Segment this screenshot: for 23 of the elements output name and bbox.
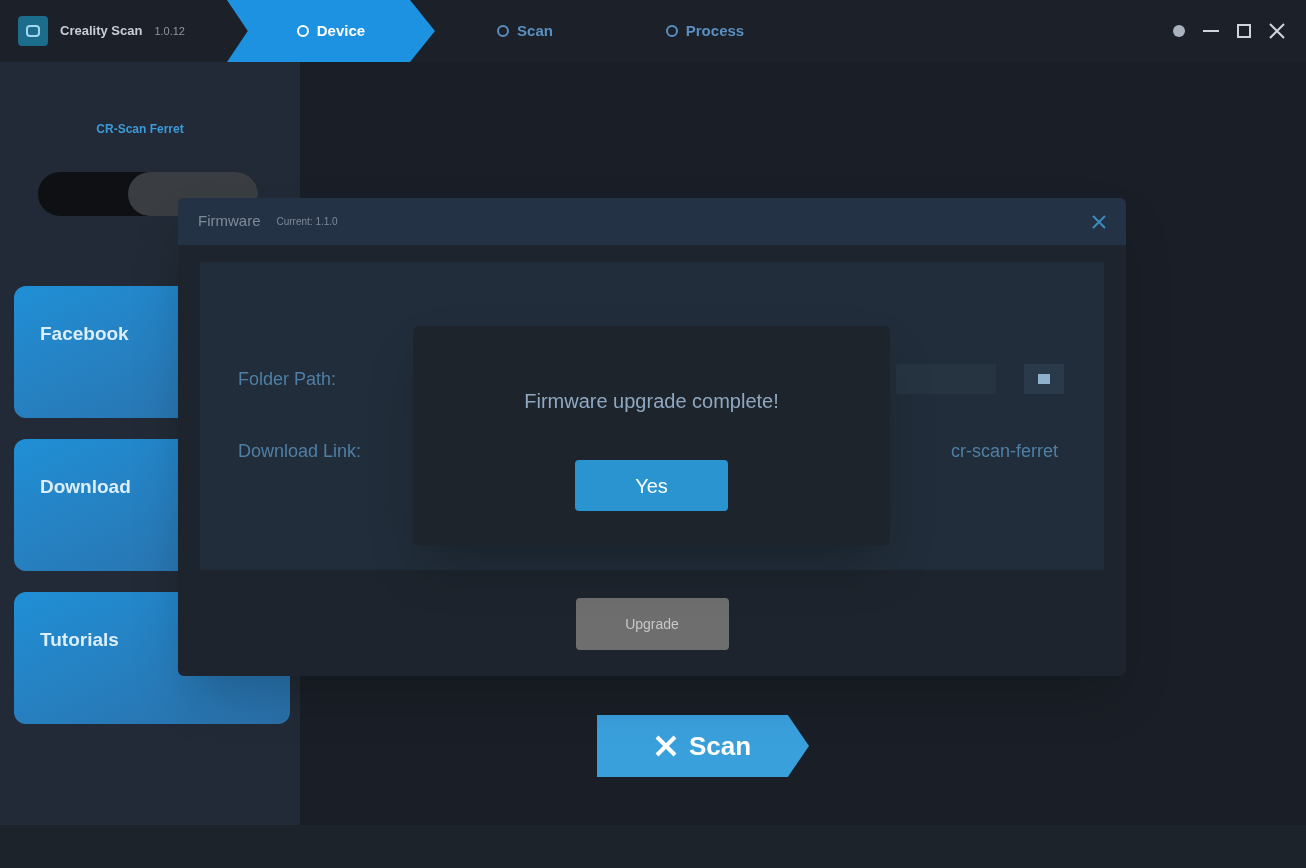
nav-tab[interactable]: Device: [226, 0, 435, 62]
dialog-title: Firmware: [198, 211, 261, 232]
version-label: 1.0.12: [154, 23, 185, 39]
download-link[interactable]: cr-scan-ferret: [951, 438, 1058, 465]
tab-icon: [497, 25, 510, 37]
message-text: Firmware upgrade complete!: [524, 389, 779, 414]
yes-button[interactable]: Yes: [575, 460, 728, 511]
app-logo-icon: [18, 16, 48, 46]
card-title: Download: [40, 476, 131, 497]
window-title: Creality Scan: [60, 22, 143, 41]
scan-button[interactable]: Scan: [597, 715, 809, 777]
folder-button[interactable]: [1024, 364, 1064, 394]
current-version: Current: 1.1.0: [276, 215, 338, 229]
upgrade-button[interactable]: Upgrade: [575, 598, 729, 650]
device-name: CR-Scan Ferret: [96, 121, 184, 138]
card-title: Tutorials: [40, 629, 119, 650]
maximize-icon[interactable]: [1236, 23, 1252, 39]
tab-icon: [296, 25, 309, 37]
nav-tab[interactable]: Process: [614, 0, 795, 62]
card-title: Facebook: [40, 323, 129, 344]
nav-tab[interactable]: Scan: [434, 0, 615, 62]
scan-icon: [654, 735, 677, 757]
tab-icon: [665, 25, 678, 37]
